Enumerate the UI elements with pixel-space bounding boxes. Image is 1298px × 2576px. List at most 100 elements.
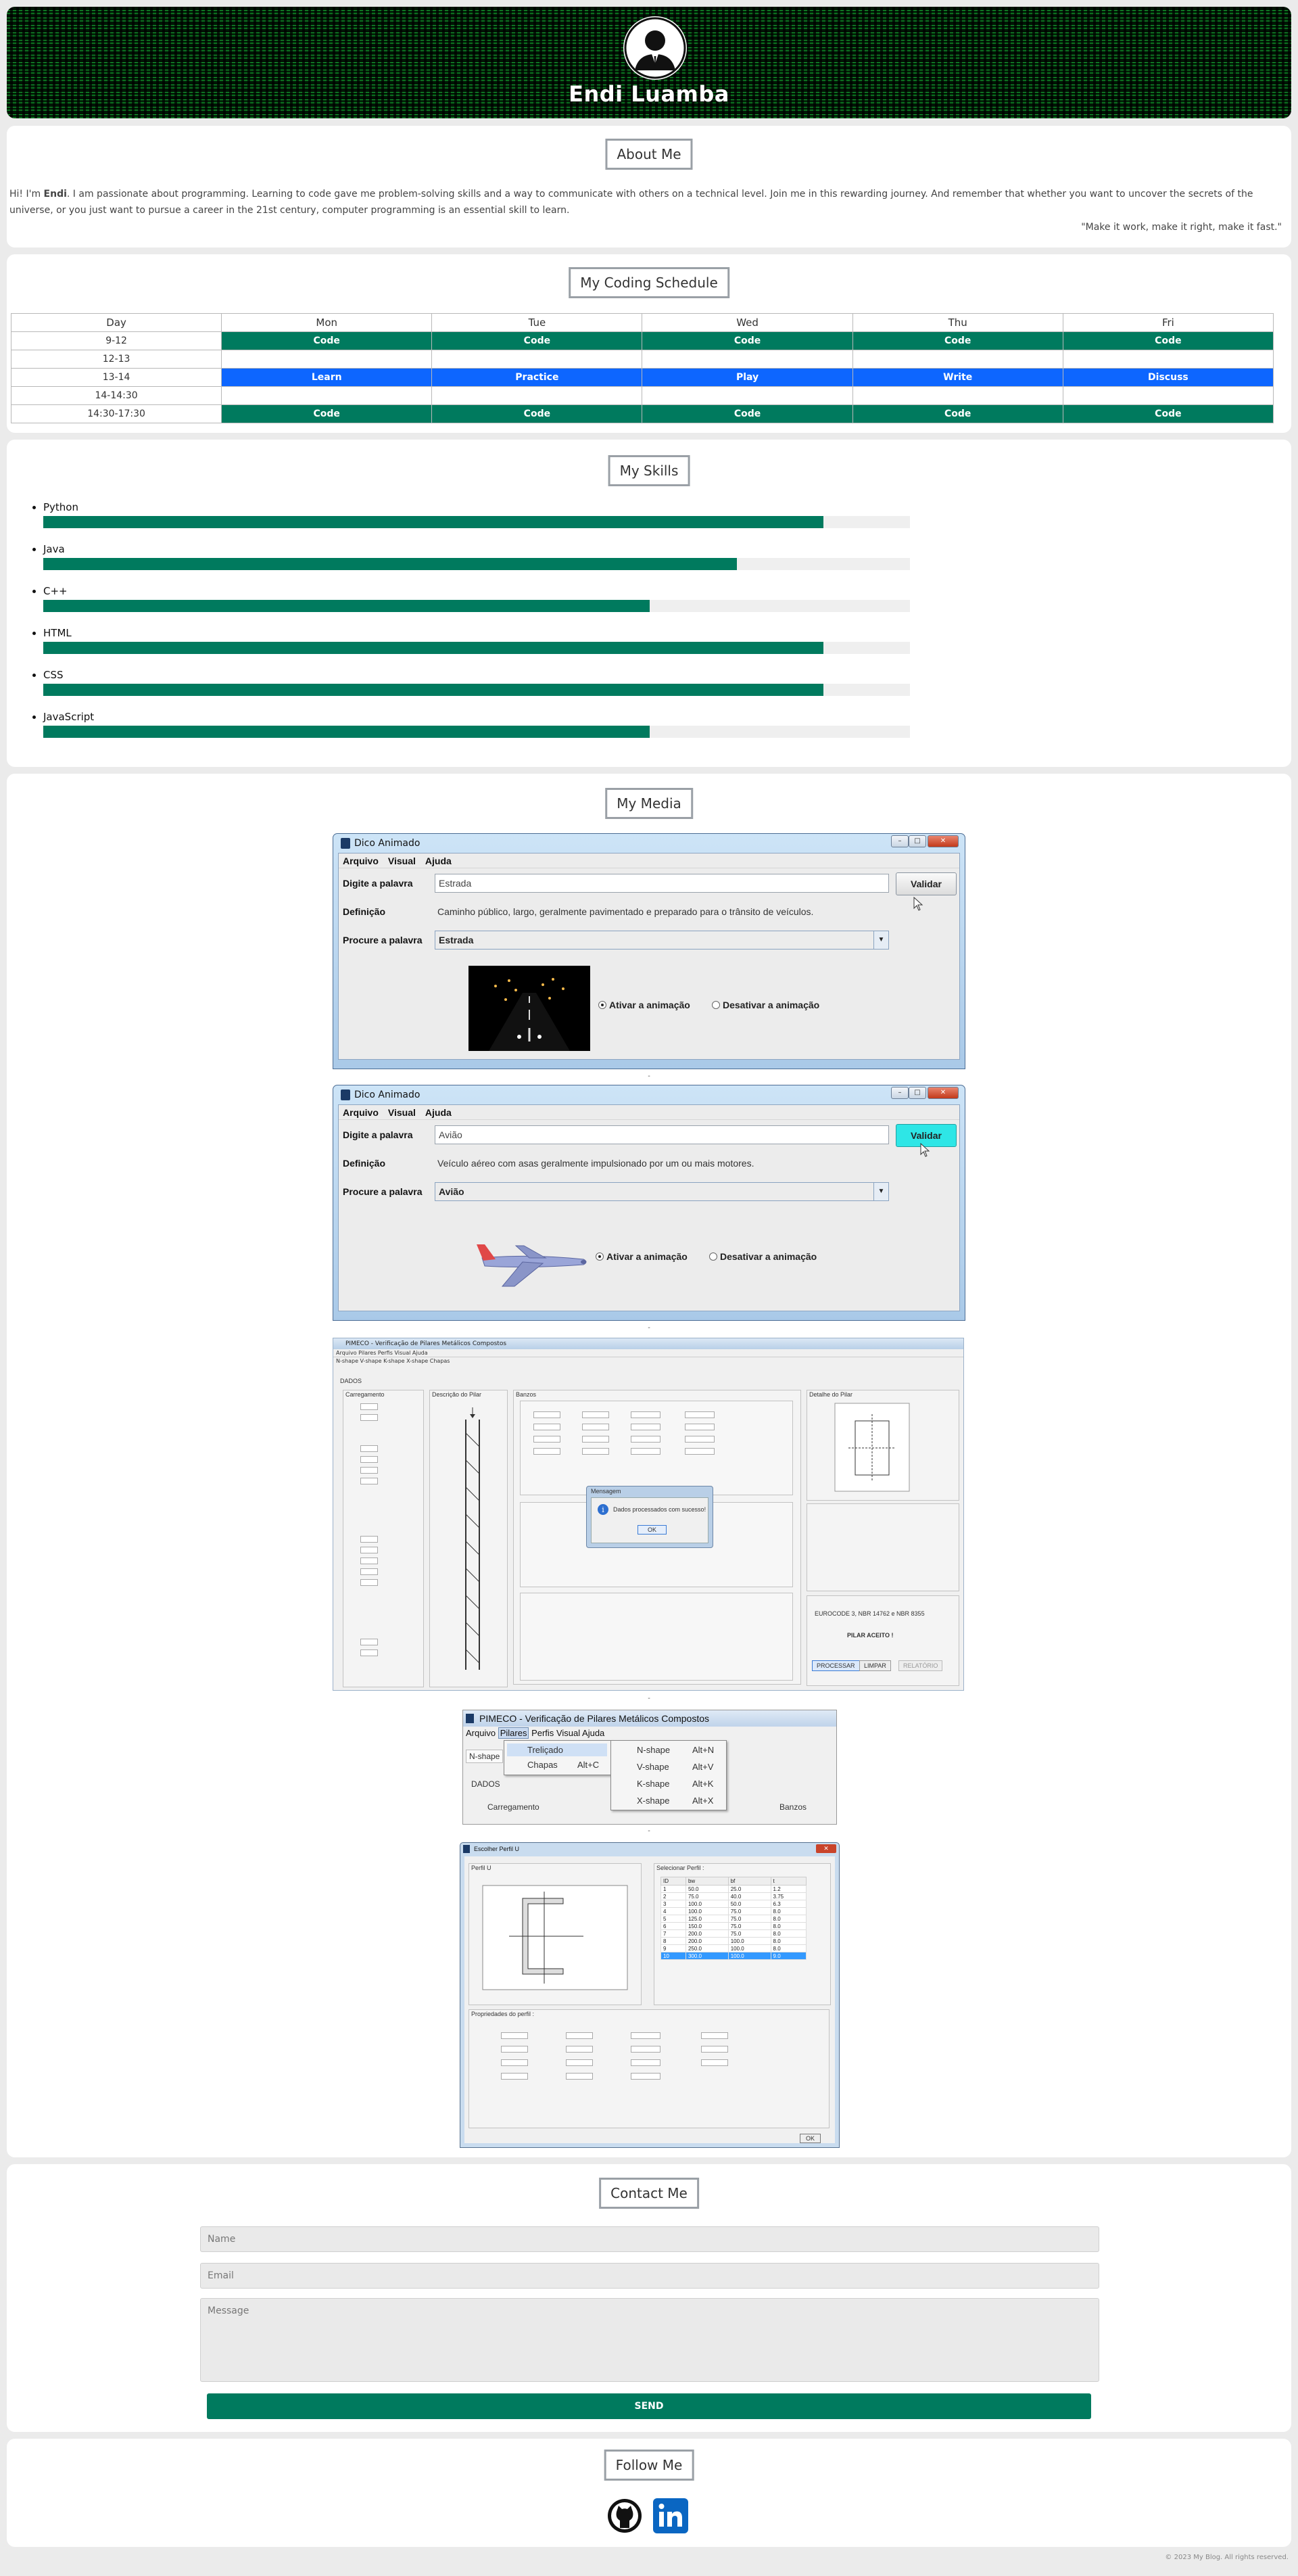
word-label: Digite a palavra	[343, 878, 413, 889]
radio-enable-label: Ativar a animação	[606, 1251, 688, 1262]
skill-bar-fill	[43, 516, 823, 528]
perfil-cell: 1.2	[770, 1885, 807, 1893]
perfil-row[interactable]: 7 200.0 75.0 8.0	[660, 1929, 807, 1938]
search-select[interactable]: Avião ▼	[435, 1182, 889, 1201]
menu-item-v-shape[interactable]: V-shape	[637, 1762, 669, 1772]
radio-disable-animation[interactable]: Desativar a animação	[709, 1251, 817, 1262]
pimeco-titlebar: PIMECO - Verificação de Pilares Metálico…	[333, 1338, 963, 1349]
perfil-row[interactable]: 1 50.0 25.0 1.2	[660, 1885, 807, 1893]
menu-visual[interactable]: Visual	[388, 856, 416, 866]
maximize-icon[interactable]: □	[909, 1087, 926, 1099]
perfil-cell: 8.0	[770, 1937, 807, 1945]
window-titlebar: PIMECO - Verificação de Pilares Metálico…	[463, 1710, 836, 1727]
menu-item-x-shape[interactable]: X-shape	[637, 1796, 669, 1806]
minimize-icon[interactable]: –	[891, 1087, 909, 1099]
perfil-row[interactable]: 6 150.0 75.0 8.0	[660, 1922, 807, 1930]
menu-arquivo[interactable]: Arquivo	[336, 1350, 357, 1356]
schedule-cell	[221, 350, 433, 369]
menu-item-k-shape[interactable]: K-shape	[637, 1779, 669, 1789]
perfil-cell: 8.0	[770, 1944, 807, 1952]
search-select[interactable]: Estrada ▼	[435, 931, 889, 950]
menu-arquivo[interactable]: Arquivo	[343, 856, 379, 866]
message-field[interactable]: Message	[200, 2298, 1099, 2382]
banzos-label: Banzos	[779, 1802, 807, 1812]
linkedin-icon[interactable]	[653, 2498, 688, 2533]
schedule-time: 13-14	[10, 368, 222, 387]
pimeco-tabs[interactable]: N-shape V-shape K-shape X-shape Chapas	[333, 1357, 963, 1365]
menu-perfis[interactable]: Perfis	[531, 1728, 554, 1738]
pimeco-window: PIMECO - Verificação de Pilares Metálico…	[333, 1338, 964, 1691]
clear-button[interactable]: LIMPAR	[859, 1660, 891, 1671]
perfil-row[interactable]: 5 125.0 75.0 8.0	[660, 1915, 807, 1923]
radio-disable-animation[interactable]: Desativar a animação	[712, 1000, 819, 1010]
ok-button[interactable]: OK	[800, 2134, 821, 2143]
word-input[interactable]: Estrada	[435, 874, 889, 893]
name-field[interactable]: Name	[200, 2226, 1099, 2252]
close-icon[interactable]: ✕	[928, 1087, 959, 1099]
window-title: Escolher Perfil U	[474, 1846, 520, 1852]
word-input[interactable]: Avião	[435, 1125, 889, 1144]
tab-n-shape[interactable]: N-shape	[466, 1750, 504, 1763]
report-button[interactable]: RELATÓRIO	[898, 1660, 943, 1671]
chevron-down-icon[interactable]: ▼	[873, 931, 888, 949]
perfil-row[interactable]: 10 300.0 100.0 9.0	[660, 1952, 807, 1960]
perfil-group-label: Perfil U	[471, 1865, 491, 1871]
media-caption: -	[648, 1324, 650, 1332]
process-button[interactable]: PROCESSAR	[812, 1660, 860, 1671]
menu-perfis[interactable]: Perfis	[378, 1350, 393, 1356]
perfil-row[interactable]: 4 100.0 75.0 8.0	[660, 1907, 807, 1915]
perfil-row[interactable]: 8 200.0 100.0 8.0	[660, 1937, 807, 1945]
schedule-table: Day Mon Tue Wed Thu Fri 9-12 Code Code Code…	[10, 313, 1274, 423]
perfil-cell: 200.0	[685, 1929, 729, 1938]
search-label: Procure a palavra	[343, 1186, 423, 1197]
menu-pilares[interactable]: Pilares	[358, 1350, 376, 1356]
minimize-icon[interactable]: –	[891, 835, 909, 847]
perfil-cell: 5	[660, 1915, 686, 1923]
menu-item-n-shape[interactable]: N-shape	[637, 1745, 670, 1755]
email-field[interactable]: Email	[200, 2263, 1099, 2289]
menu-ajuda[interactable]: Ajuda	[582, 1728, 604, 1738]
chevron-down-icon[interactable]: ▼	[873, 1183, 888, 1200]
perfil-cell: 6	[660, 1922, 686, 1930]
schedule-title: My Coding Schedule	[569, 267, 729, 298]
schedule-cell: Code	[431, 331, 643, 350]
skill-bar	[43, 516, 910, 528]
send-button[interactable]: SEND	[207, 2393, 1091, 2419]
perfil-cell: 75.0	[727, 1922, 771, 1930]
validate-button[interactable]: Validar	[896, 872, 957, 895]
search-select-value: Avião	[439, 1186, 464, 1197]
menu-pilares[interactable]: Pilares	[498, 1727, 529, 1739]
menu-item-trelicado[interactable]: Treliçado	[507, 1743, 607, 1756]
perfil-row[interactable]: 9 250.0 100.0 8.0	[660, 1944, 807, 1952]
about-title: About Me	[605, 139, 693, 170]
close-icon[interactable]: ✕	[816, 1844, 836, 1853]
dialog-ok-button[interactable]: OK	[638, 1525, 667, 1535]
radio-enable-animation[interactable]: Ativar a animação	[598, 1000, 690, 1010]
schedule-cell	[642, 350, 853, 369]
perfil-row[interactable]: 2 75.0 40.0 3.75	[660, 1892, 807, 1900]
github-icon[interactable]	[607, 2498, 642, 2533]
schedule-cell: Discuss	[1062, 368, 1274, 387]
schedule-header: Thu	[852, 313, 1063, 332]
pimeco-menu-window: PIMECO - Verificação de Pilares Metálico…	[462, 1710, 837, 1825]
menu-visual[interactable]: Visual	[394, 1350, 410, 1356]
schedule-header: Day	[10, 313, 222, 332]
media-title: My Media	[605, 788, 693, 819]
perfil-cell: 125.0	[685, 1915, 729, 1923]
menu-ajuda[interactable]: Ajuda	[412, 1350, 428, 1356]
menu-ajuda[interactable]: Ajuda	[425, 856, 452, 866]
schedule-cell	[852, 350, 1063, 369]
dados-label: DADOS	[471, 1779, 500, 1789]
menu-visual[interactable]: Visual	[556, 1728, 580, 1738]
radio-enable-animation[interactable]: Ativar a animação	[596, 1251, 688, 1262]
close-icon[interactable]: ✕	[928, 835, 959, 847]
menu-visual[interactable]: Visual	[388, 1107, 416, 1118]
schedule-row: 12-13	[10, 350, 1274, 369]
maximize-icon[interactable]: □	[909, 835, 926, 847]
perfil-row[interactable]: 3 100.0 50.0 6.3	[660, 1900, 807, 1908]
menu-ajuda[interactable]: Ajuda	[425, 1107, 452, 1118]
menu-item-chapas[interactable]: Chapas	[527, 1760, 558, 1770]
schedule-cell	[852, 386, 1063, 405]
menu-arquivo[interactable]: Arquivo	[466, 1728, 496, 1738]
menu-arquivo[interactable]: Arquivo	[343, 1107, 379, 1118]
